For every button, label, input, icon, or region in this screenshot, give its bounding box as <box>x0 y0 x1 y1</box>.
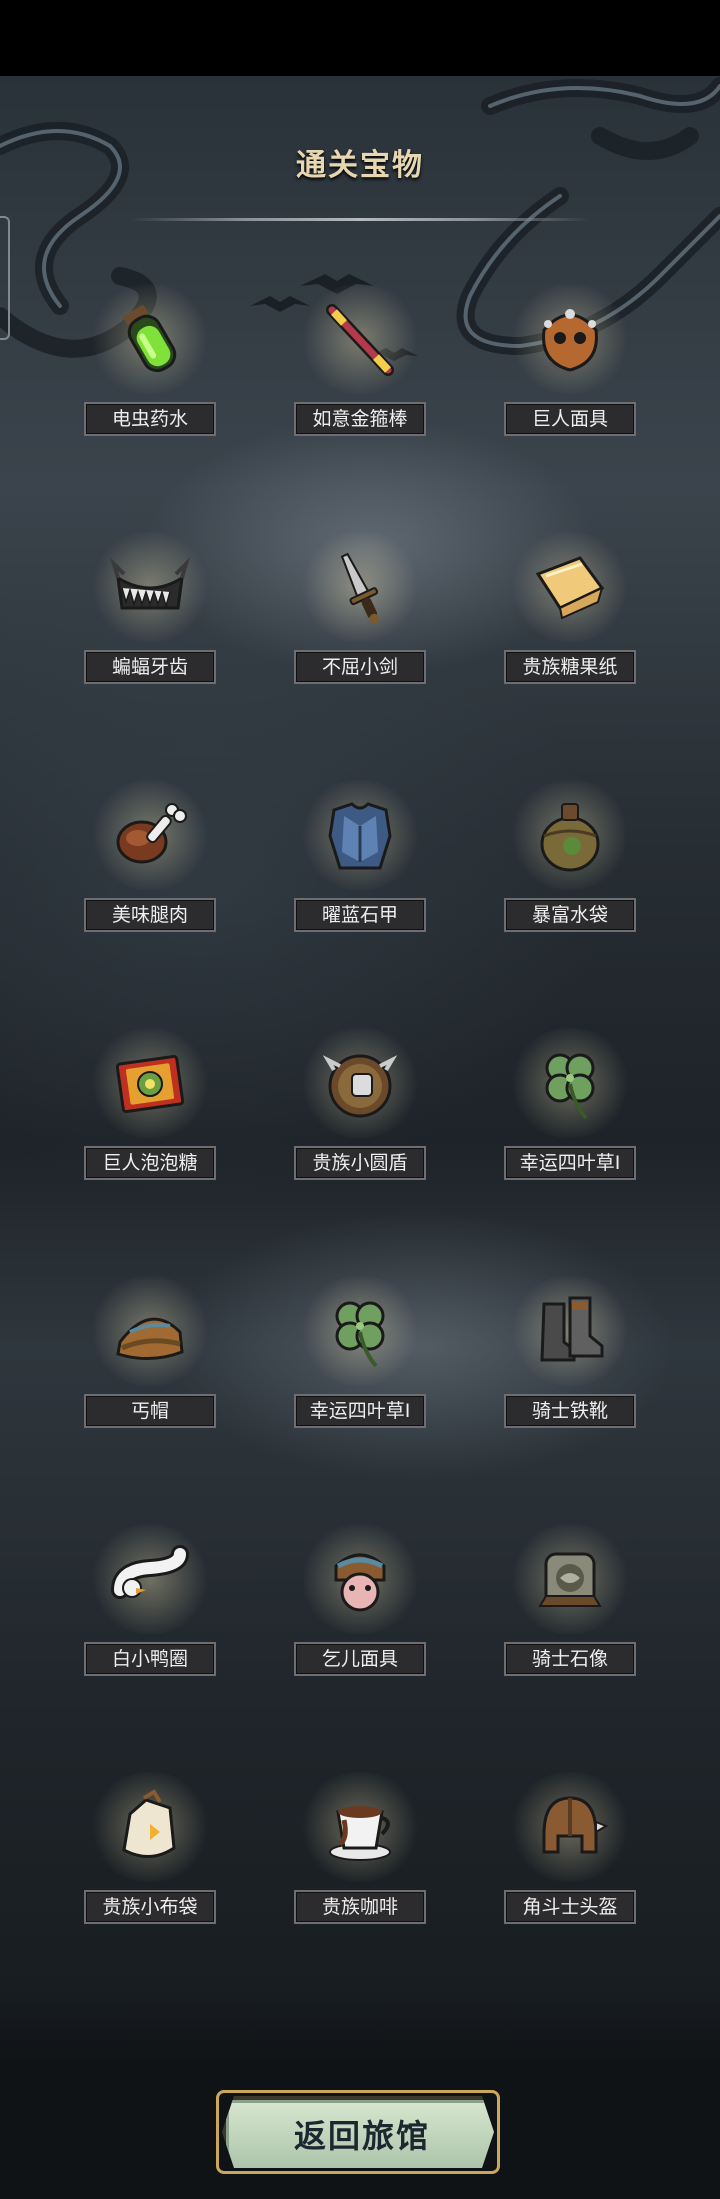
treasure-name: 贵族糖果纸 <box>504 650 636 684</box>
treasure-name: 骑士铁靴 <box>504 1394 636 1428</box>
treasure-name: 骑士石像 <box>504 1642 636 1676</box>
stone-statue-icon <box>530 1540 610 1620</box>
treasure-item[interactable]: 贵族糖果纸 <box>500 532 640 698</box>
treasure-item[interactable]: 角斗士头盔 <box>500 1772 640 1938</box>
meat-leg-icon <box>110 796 190 876</box>
treasure-item[interactable]: 不屈小剑 <box>290 532 430 698</box>
list-fade <box>0 1990 720 2060</box>
beggar-hat-icon <box>110 1292 190 1372</box>
bubblegum-box-icon <box>110 1044 190 1124</box>
return-button-label: 返回旅馆 <box>293 2117 430 2155</box>
treasure-item[interactable]: 白小鸭圈 <box>80 1524 220 1690</box>
treasure-name: 丐帽 <box>84 1394 216 1428</box>
small-sword-icon <box>320 548 400 628</box>
treasure-name: 巨人面具 <box>504 402 636 436</box>
treasure-item[interactable]: 幸运四叶草I <box>290 1276 430 1442</box>
treasure-name: 巨人泡泡糖 <box>84 1146 216 1180</box>
treasure-item[interactable]: 暴富水袋 <box>500 780 640 946</box>
treasure-item[interactable]: 美味腿肉 <box>80 780 220 946</box>
candy-wrapper-icon <box>530 548 610 628</box>
treasure-name: 贵族小布袋 <box>84 1890 216 1924</box>
treasure-item[interactable]: 如意金箍棒 <box>290 284 430 450</box>
blue-armor-icon <box>320 796 400 876</box>
gladiator-helmet-icon <box>530 1788 610 1868</box>
bat-teeth-icon <box>109 548 191 628</box>
treasure-item[interactable]: 曜蓝石甲 <box>290 780 430 946</box>
green-potion-vial-icon <box>110 300 190 380</box>
treasure-name: 暴富水袋 <box>504 898 636 932</box>
treasure-name: 贵族小圆盾 <box>294 1146 426 1180</box>
treasure-item[interactable]: 巨人面具 <box>500 284 640 450</box>
treasure-name: 不屈小剑 <box>294 650 426 684</box>
treasure-item[interactable]: 贵族咖啡 <box>290 1772 430 1938</box>
page-title: 通关宝物 <box>296 148 424 183</box>
giant-mask-icon <box>530 300 610 380</box>
treasure-item[interactable]: 骑士石像 <box>500 1524 640 1690</box>
treasure-item[interactable]: 乞儿面具 <box>290 1524 430 1690</box>
coffee-cup-icon <box>320 1788 400 1868</box>
treasure-name: 乞儿面具 <box>294 1642 426 1676</box>
treasure-item[interactable]: 幸运四叶草I <box>500 1028 640 1194</box>
treasure-name: 白小鸭圈 <box>84 1642 216 1676</box>
treasure-name: 幸运四叶草I <box>504 1146 636 1180</box>
treasure-item[interactable]: 丐帽 <box>80 1276 220 1442</box>
treasure-item[interactable]: 骑士铁靴 <box>500 1276 640 1442</box>
beggar-mask-icon <box>320 1540 400 1620</box>
treasure-name: 如意金箍棒 <box>294 402 426 436</box>
round-shield-icon <box>320 1044 400 1124</box>
treasure-name: 贵族咖啡 <box>294 1890 426 1924</box>
treasure-name: 美味腿肉 <box>84 898 216 932</box>
treasure-item[interactable]: 蝙蝠牙齿 <box>80 532 220 698</box>
duck-ring-icon <box>110 1540 190 1620</box>
cloth-bag-icon <box>110 1788 190 1868</box>
treasure-item[interactable]: 巨人泡泡糖 <box>80 1028 220 1194</box>
treasure-name: 角斗士头盔 <box>504 1890 636 1924</box>
treasure-item[interactable]: 电虫药水 <box>80 284 220 450</box>
return-to-inn-button[interactable]: 返回旅馆 <box>222 2096 494 2168</box>
status-bar <box>0 0 720 76</box>
iron-boots-icon <box>530 1292 610 1372</box>
treasure-name: 蝙蝠牙齿 <box>84 650 216 684</box>
four-leaf-clover-icon <box>530 1044 610 1124</box>
treasure-item[interactable]: 贵族小圆盾 <box>290 1028 430 1194</box>
treasure-name: 幸运四叶草I <box>294 1394 426 1428</box>
water-pouch-icon <box>530 796 610 876</box>
treasure-name: 曜蓝石甲 <box>294 898 426 932</box>
side-drawer-handle[interactable] <box>0 216 10 340</box>
four-leaf-clover-icon <box>320 1292 400 1372</box>
treasure-item[interactable]: 贵族小布袋 <box>80 1772 220 1938</box>
title-divider <box>130 218 590 221</box>
treasure-name: 电虫药水 <box>84 402 216 436</box>
golden-staff-icon <box>320 300 400 380</box>
